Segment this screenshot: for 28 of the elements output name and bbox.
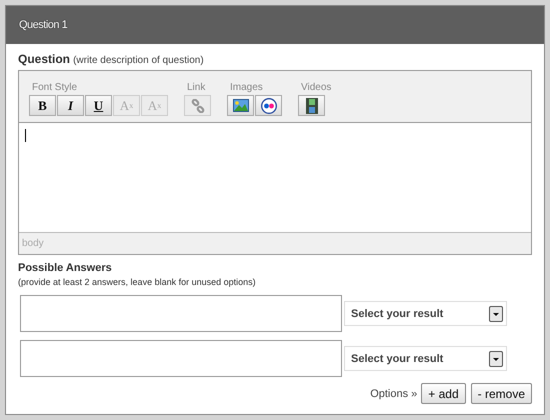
result-dropdown[interactable]: Select your result xyxy=(344,346,507,371)
format-button[interactable]: I xyxy=(57,95,84,116)
chain-link-icon xyxy=(190,98,204,112)
remove-button[interactable]: - remove xyxy=(470,383,532,404)
options-label: Options » xyxy=(370,388,418,400)
toolbar-group-label: Font Style xyxy=(31,82,78,93)
question-label: Question xyxy=(18,52,70,66)
two-dots-icon xyxy=(260,98,276,114)
question-hint: (write description of question) xyxy=(73,55,204,66)
add-button[interactable]: + add xyxy=(421,383,466,404)
panel-title: Question 1 xyxy=(19,19,68,31)
insert-image-button[interactable] xyxy=(227,95,254,116)
answers-hint: (provide at least 2 answers, leave blank for unused options) xyxy=(18,277,257,287)
answer-field[interactable] xyxy=(20,340,342,377)
text-cursor xyxy=(25,129,26,142)
film-strip-icon xyxy=(306,98,318,114)
toolbar-group-label: Images xyxy=(229,82,263,93)
image-icon xyxy=(232,99,248,112)
media-button[interactable] xyxy=(255,95,282,116)
insert-video-button[interactable] xyxy=(298,95,325,116)
element-path: body xyxy=(22,238,44,249)
format-button[interactable]: B xyxy=(29,95,56,116)
toolbar-group-label: Link xyxy=(186,82,206,93)
answers-label: Possible Answers xyxy=(18,262,113,274)
answer-field[interactable] xyxy=(20,295,342,332)
toolbar-group-label: Videos xyxy=(300,82,332,93)
result-dropdown[interactable]: Select your result xyxy=(344,301,507,326)
format-button[interactable]: U xyxy=(85,95,112,116)
